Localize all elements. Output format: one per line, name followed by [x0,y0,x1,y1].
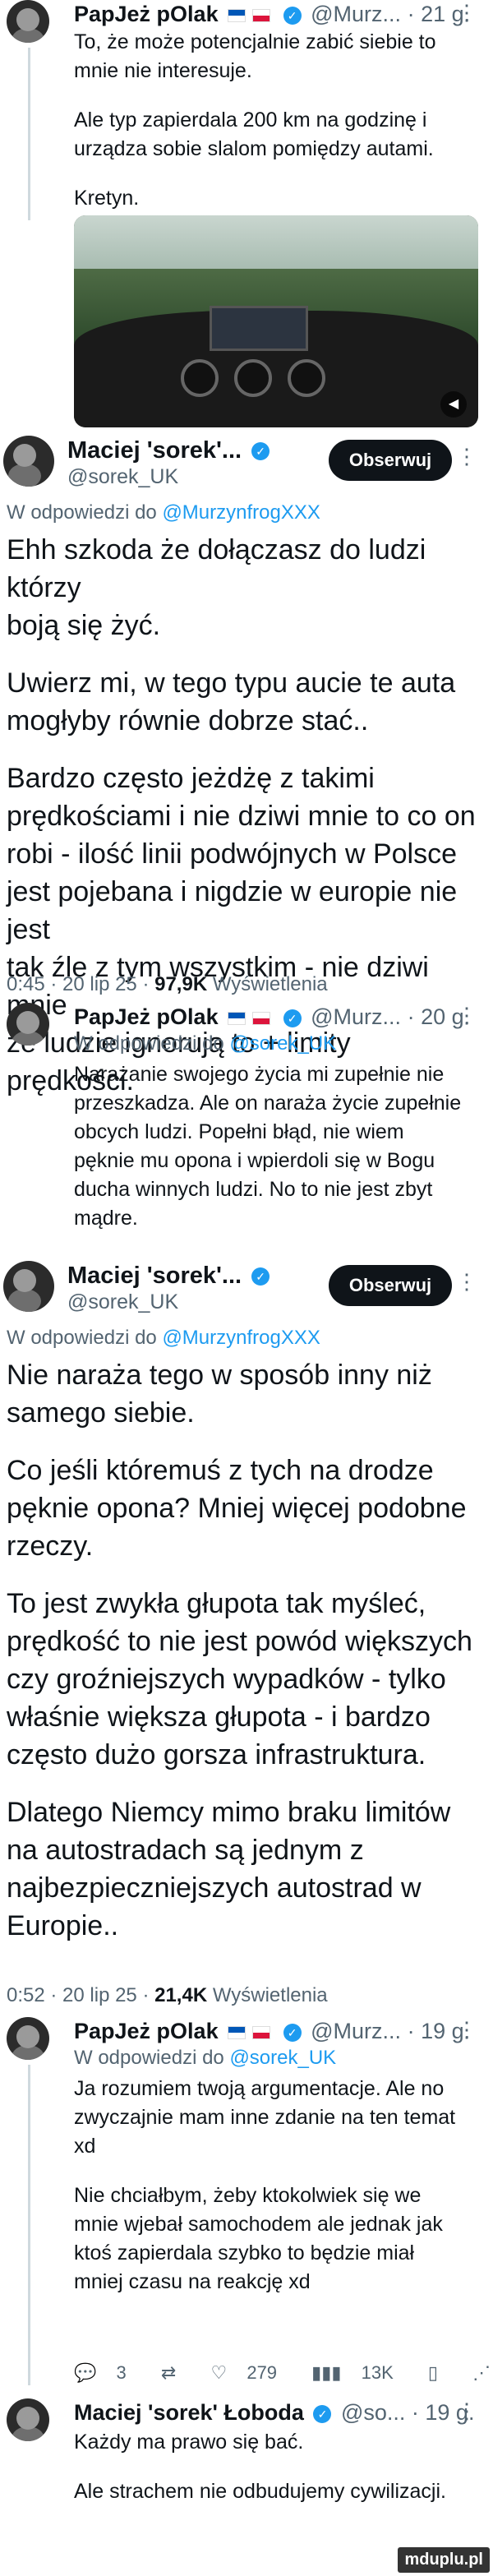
view-count: 21,4K [154,1984,208,2006]
heart-icon: ♡ [210,2362,228,2383]
post-text: Ja rozumiem twoją argumentacje. Ale no z… [74,2077,456,2293]
avatar[interactable] [7,1003,49,1046]
reply-count: 3 [116,2362,127,2383]
post-stats: 0:52 · 20 lip 25 · 21,4K Wyświetlenia [7,1984,328,2006]
avatar[interactable] [7,2017,49,2060]
post-header: PapJeż pOlak ✓ @Murz... · 19 g. [74,2019,470,2044]
author-handle-row: @sorek_UK [67,1290,178,1314]
avatar[interactable] [7,0,49,43]
repost-action[interactable]: ⇄ [161,2362,191,2384]
poland-flag-icon [252,2025,271,2039]
author-name[interactable]: PapJeż pOlak [74,2019,219,2043]
reply-handle[interactable]: @sorek_UK [229,1032,336,1055]
poland-flag-icon [252,8,271,22]
reply-to: W odpowiedzi do @sorek_UK [74,1032,337,1055]
verified-badge-icon: ✓ [251,442,270,461]
follow-button[interactable]: Obserwuj [329,1265,452,1306]
reply-to: W odpowiedzi do @MurzynfrogXXX [7,1327,320,1349]
author-handle[interactable]: @sorek_UK [67,1290,178,1313]
post-text: Każdy ma prawo się bać. Ale strachem nie… [74,2431,446,2503]
reply-handle[interactable]: @MurzynfrogXXX [162,1327,320,1349]
verified-badge-icon: ✓ [283,2023,302,2042]
thread-line [28,2065,30,2385]
reply-action[interactable]: 💬 3 [74,2362,141,2384]
reply-to: W odpowiedzi do @MurzynfrogXXX [7,501,320,524]
car-display [210,306,308,351]
post-header: PapJeż pOlak ✓ @Murz... · 21 g. [74,2,470,27]
post-text: To, że może potencjalnie zabić siebie to… [74,30,436,210]
author-name[interactable]: Maciej 'sorek'... [67,437,242,464]
author-handle[interactable]: @Murz... [311,2,401,26]
bookmark-action[interactable]: ▯ [428,2362,453,2384]
author-name[interactable]: PapJeż pOlak [74,2,219,26]
author-name[interactable]: Maciej 'sorek'... [67,1263,242,1289]
view-count: 13K [361,2362,394,2383]
verified-badge-icon: ✓ [283,6,302,25]
post-header: Maciej 'sorek'... ✓ [67,437,273,464]
like-count: 279 [246,2362,278,2383]
bookmark-icon: ▯ [427,2362,439,2383]
ukraine-flag-icon [228,2025,246,2039]
poland-flag-icon [252,1011,271,1025]
more-options-icon[interactable]: ⋮ [456,444,478,469]
author-name[interactable]: PapJeż pOlak [74,1004,219,1029]
verified-badge-icon: ✓ [313,2404,332,2423]
post-text: Nie naraża tego w sposób inny niż samego… [7,1360,472,1941]
watermark-logo: mduplu.pl [398,2547,490,2573]
views-action[interactable]: ▮▮▮ 13K [311,2362,408,2384]
author-handle[interactable]: @sorek_UK [67,465,178,488]
verified-badge-icon: ✓ [251,1267,270,1286]
post-actions: 💬 3 ⇄ ♡ 279 ▮▮▮ 13K ▯ ⋰ [74,2362,493,2384]
views-icon: ▮▮▮ [311,2362,342,2383]
more-options-icon[interactable]: ⋮ [456,2398,478,2424]
post-timestamp[interactable]: 0:52 · 20 lip 25 · [7,1984,149,2006]
author-handle[interactable]: @so... [341,2400,405,2425]
video-thumbnail[interactable]: ◀ [74,215,478,427]
reply-handle[interactable]: @MurzynfrogXXX [162,501,320,524]
author-handle[interactable]: @Murz... [311,2019,401,2043]
volume-icon[interactable]: ◀ [440,391,467,418]
reply-handle[interactable]: @sorek_UK [229,2047,336,2069]
view-count: 97,9K [154,973,208,995]
author-handle-row: @sorek_UK [67,465,178,489]
post-stats: 0:45 · 20 lip 25 · 97,9K Wyświetlenia [7,973,328,995]
more-options-icon[interactable]: ⋮ [456,1003,478,1028]
verified-badge-icon: ✓ [283,1009,302,1027]
more-options-icon[interactable]: ⋮ [456,1269,478,1295]
follow-button[interactable]: Obserwuj [329,440,452,481]
avatar[interactable] [7,2398,49,2441]
ukraine-flag-icon [228,1011,246,1025]
avatar[interactable] [3,436,54,487]
ukraine-flag-icon [228,8,246,22]
thread-line [28,48,30,220]
reply-to: W odpowiedzi do @sorek_UK [74,2047,337,2069]
avatar[interactable] [3,1261,54,1312]
author-handle[interactable]: @Murz... [311,1004,401,1029]
post-timestamp[interactable]: 0:45 · 20 lip 25 · [7,973,149,995]
reply-icon: 💬 [74,2362,97,2383]
repost-icon: ⇄ [160,2362,177,2383]
post-header: Maciej 'sorek' Łoboda ✓ @so... · 19 g. [74,2400,474,2426]
share-action[interactable]: ⋰ [472,2362,493,2384]
post-header: PapJeż pOlak ✓ @Murz... · 20 g. [74,1004,470,1030]
share-icon: ⋰ [472,2362,491,2383]
like-action[interactable]: ♡ 279 [210,2362,292,2384]
post-header: Maciej 'sorek'... ✓ [67,1263,273,1290]
more-options-icon[interactable]: ⋮ [456,0,478,25]
post-text: Narażanie swojego życia mi zupełnie nie … [74,1063,462,1230]
author-name[interactable]: Maciej 'sorek' Łoboda [74,2400,304,2425]
more-options-icon[interactable]: ⋮ [456,2017,478,2043]
